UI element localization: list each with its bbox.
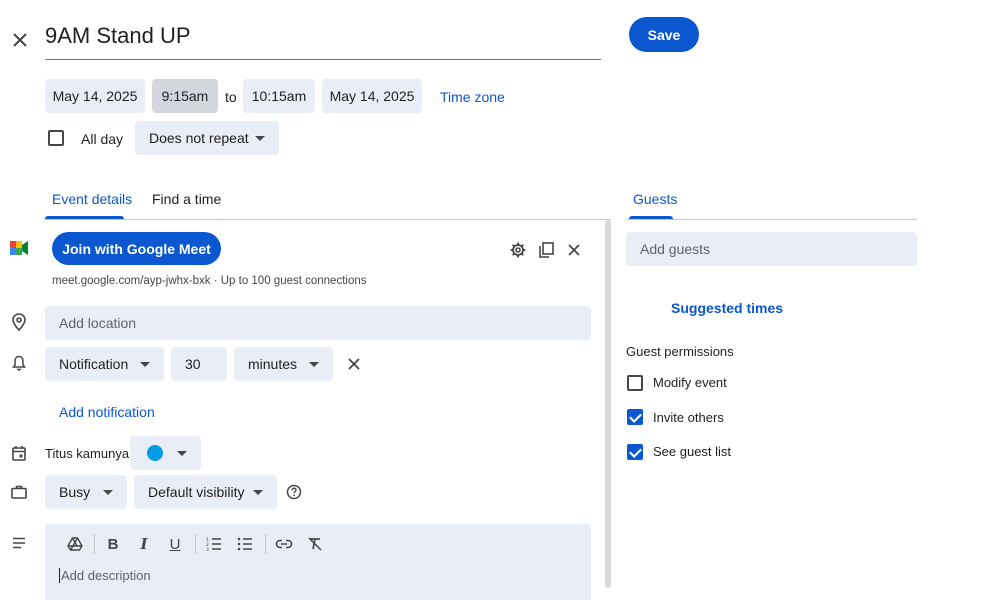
notification-type-dropdown[interactable]: Notification	[45, 347, 164, 381]
description-placeholder: Add description	[59, 568, 151, 583]
location-input[interactable]: Add location	[45, 306, 591, 340]
bulleted-list-icon[interactable]	[235, 534, 255, 554]
guests-divider	[626, 219, 917, 220]
chevron-down-icon	[309, 362, 319, 367]
italic-icon[interactable]: I	[134, 534, 154, 554]
link-icon[interactable]	[274, 534, 294, 554]
save-button[interactable]: Save	[629, 17, 699, 52]
all-day-checkbox[interactable]	[48, 130, 64, 146]
google-meet-icon	[10, 240, 28, 256]
chevron-down-icon	[255, 136, 265, 141]
event-color-swatch	[147, 445, 163, 461]
meet-link-info[interactable]: meet.google.com/ayp-jwhx-bxk · Up to 100…	[52, 275, 367, 287]
bold-icon[interactable]: B	[103, 534, 123, 554]
chevron-down-icon	[177, 451, 187, 456]
scrollbar[interactable]	[605, 220, 611, 588]
close-icon[interactable]	[10, 30, 30, 50]
notification-amount-input[interactable]: 30	[171, 347, 227, 381]
notification-type-value: Notification	[59, 356, 129, 372]
numbered-list-icon[interactable]: 1 2 3	[204, 534, 224, 554]
chevron-down-icon	[140, 362, 150, 367]
add-notification-link[interactable]: Add notification	[59, 404, 155, 420]
time-zone-link[interactable]: Time zone	[440, 89, 505, 105]
tab-event-details[interactable]: Event details	[52, 191, 132, 207]
event-title-input[interactable]: 9AM Stand UP	[45, 18, 601, 60]
start-time-button[interactable]: 9:15am	[152, 79, 218, 113]
remove-meet-icon[interactable]	[564, 240, 584, 260]
repeat-dropdown[interactable]: Does not repeat	[135, 121, 279, 155]
svg-text:3: 3	[206, 547, 209, 551]
repeat-value: Does not repeat	[149, 130, 249, 146]
add-guests-input[interactable]: Add guests	[626, 232, 917, 266]
tab-guests[interactable]: Guests	[633, 191, 677, 207]
event-title-text: 9AM Stand UP	[45, 23, 191, 48]
notification-amount-value: 30	[185, 356, 201, 372]
to-label: to	[225, 89, 237, 105]
chevron-down-icon	[253, 490, 263, 495]
guest-permissions-title: Guest permissions	[626, 344, 734, 359]
see-guest-list-checkbox[interactable]	[627, 444, 643, 460]
bell-icon	[10, 354, 28, 372]
tabs-divider	[45, 219, 611, 220]
location-pin-icon	[10, 312, 28, 332]
underline-icon[interactable]: U	[165, 534, 185, 554]
chevron-down-icon	[103, 490, 113, 495]
modify-event-checkbox[interactable]	[627, 375, 643, 391]
start-date-button[interactable]: May 14, 2025	[45, 79, 145, 113]
briefcase-icon	[10, 483, 28, 501]
calendar-icon	[10, 444, 28, 462]
toolbar-separator	[195, 534, 196, 554]
invite-others-checkbox[interactable]	[627, 409, 643, 425]
join-google-meet-button[interactable]: Join with Google Meet	[52, 232, 221, 265]
google-drive-icon[interactable]	[65, 534, 85, 554]
toolbar-separator	[265, 534, 266, 554]
remove-notification-icon[interactable]	[344, 354, 364, 374]
event-color-dropdown[interactable]	[130, 436, 201, 470]
all-day-label: All day	[81, 131, 124, 147]
visibility-dropdown[interactable]: Default visibility	[134, 475, 277, 509]
clear-formatting-icon[interactable]	[305, 534, 325, 554]
end-time-button[interactable]: 10:15am	[243, 79, 315, 113]
end-date-button[interactable]: May 14, 2025	[322, 79, 422, 113]
toolbar-separator	[94, 534, 95, 554]
modify-event-label: Modify event	[653, 375, 727, 390]
notification-unit-dropdown[interactable]: minutes	[234, 347, 333, 381]
gear-icon[interactable]	[508, 240, 528, 260]
notification-unit-value: minutes	[248, 356, 298, 372]
invite-others-label: Invite others	[653, 410, 724, 425]
description-lines-icon	[10, 534, 28, 552]
help-icon[interactable]	[285, 483, 303, 501]
copy-icon[interactable]	[536, 240, 556, 260]
visibility-value: Default visibility	[148, 484, 245, 500]
see-guest-list-label: See guest list	[653, 444, 732, 459]
calendar-owner-label: Titus kamunya	[45, 446, 130, 461]
tab-find-a-time[interactable]: Find a time	[152, 191, 221, 207]
availability-dropdown[interactable]: Busy	[45, 475, 127, 509]
suggested-times-link[interactable]: Suggested times	[671, 300, 783, 316]
availability-value: Busy	[59, 484, 91, 500]
